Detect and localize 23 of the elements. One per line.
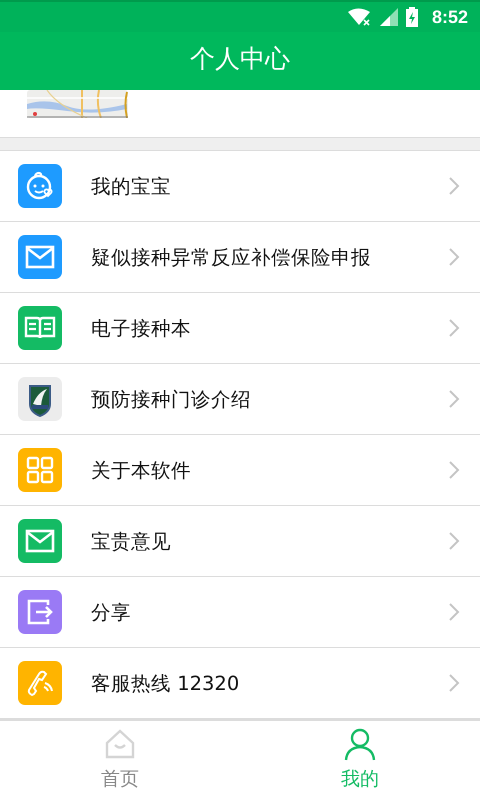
menu-item[interactable]: 预防接种门诊介绍	[0, 363, 480, 434]
wifi-off-icon	[348, 8, 372, 26]
signal-icon	[380, 8, 398, 26]
status-time: 8:52	[432, 6, 468, 28]
chevron-icon	[448, 247, 460, 267]
chevron-icon	[448, 673, 460, 693]
chevron-icon	[448, 460, 460, 480]
menu-item[interactable]: 分享	[0, 576, 480, 647]
chevron-icon	[448, 176, 460, 196]
menu-item[interactable]: 疑似接种异常反应补偿保险申报	[0, 221, 480, 292]
chevron-icon	[448, 531, 460, 551]
menu-item[interactable]: 关于本软件	[0, 434, 480, 505]
chevron-icon	[448, 602, 460, 622]
chevron-icon	[448, 389, 460, 409]
menu-item[interactable]: 电子接种本	[0, 292, 480, 363]
menu-item[interactable]: 客服热线 12320	[0, 647, 480, 718]
person-icon	[343, 727, 377, 763]
page-title: 个人中心	[190, 42, 290, 74]
chevron-icon	[448, 318, 460, 338]
battery-charging-icon	[406, 7, 418, 27]
menu-item[interactable]: 宝贵意见	[0, 505, 480, 576]
menu-item[interactable]: 我的宝宝	[0, 150, 480, 221]
nav-tab[interactable]: 首页	[0, 721, 240, 799]
